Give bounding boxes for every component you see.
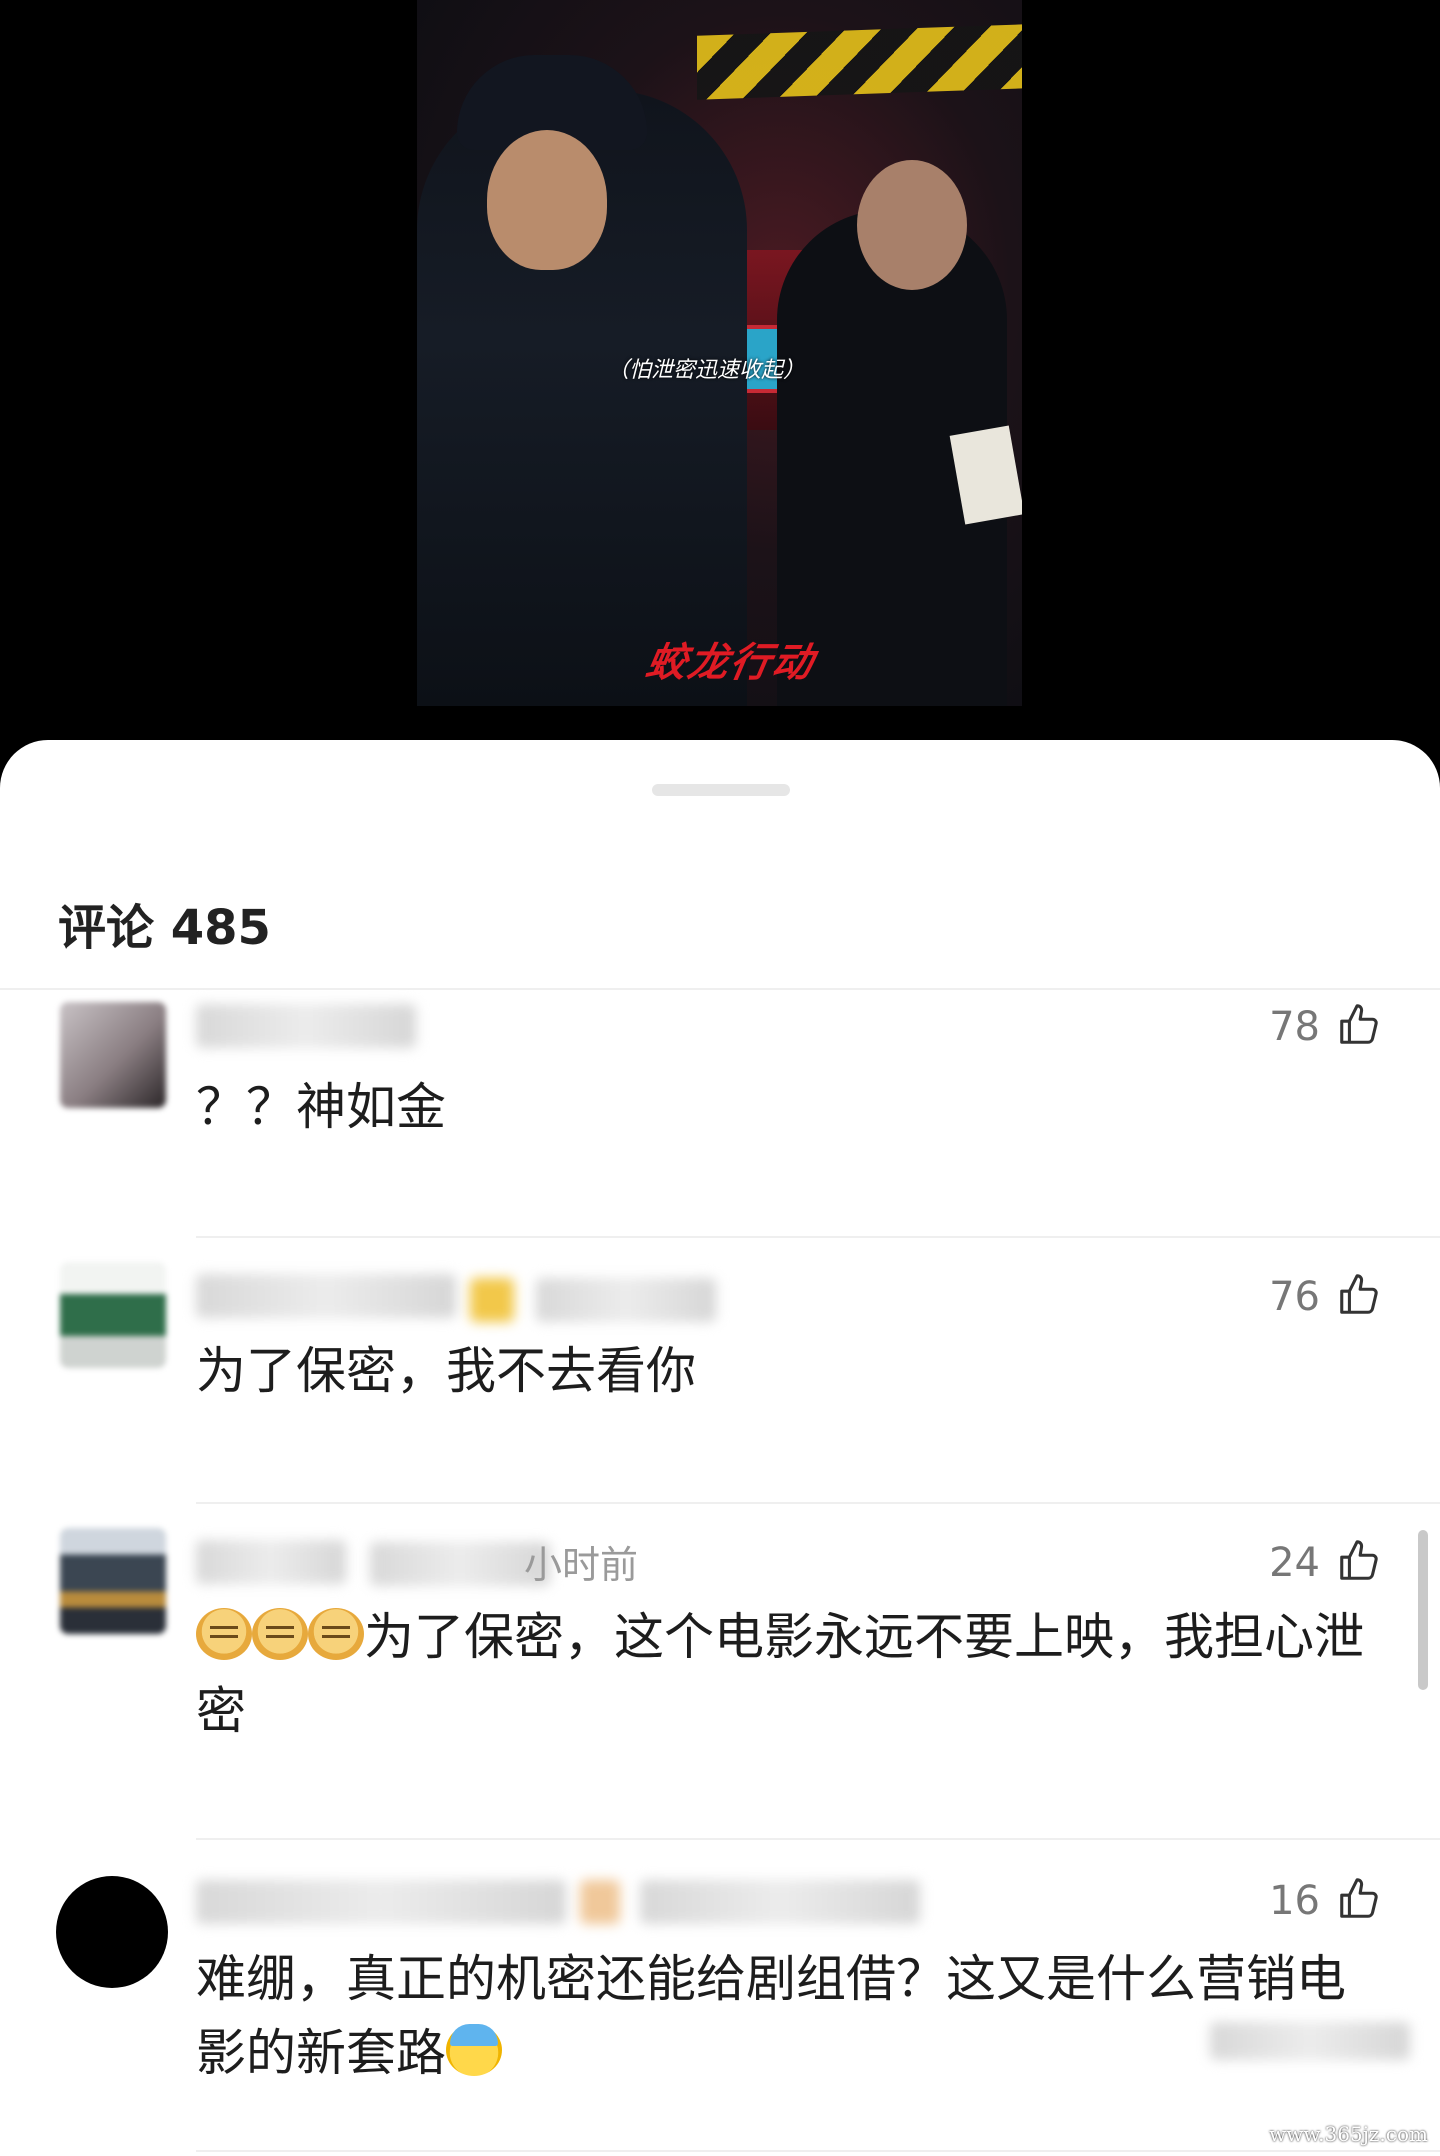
meta-redacted <box>536 1278 716 1322</box>
comment-time: 小时前 <box>524 1543 639 1587</box>
scrollbar[interactable] <box>1418 1530 1428 1690</box>
comment-divider <box>196 1502 1440 1504</box>
film-logo: 蛟龙行动 <box>642 639 819 686</box>
header-divider <box>0 988 1440 990</box>
meta-redacted <box>640 1880 920 1924</box>
thumbs-up-icon[interactable] <box>1336 1272 1382 1318</box>
avatar[interactable] <box>60 1262 166 1368</box>
avatar[interactable] <box>60 1528 166 1634</box>
doge-emoji-icon <box>252 1608 308 1660</box>
username-redacted[interactable] <box>196 1004 416 1048</box>
doge-emoji-icon <box>308 1608 364 1660</box>
doge-emoji-icon <box>196 1608 252 1660</box>
comment-body: 为了保密，这个电影永远不要上映，我担心泄密 <box>196 1600 1376 1748</box>
comment-text: 为了保密，我不去看你 <box>196 1342 696 1400</box>
thumbs-up-icon[interactable] <box>1336 1876 1382 1922</box>
site-watermark: www.365jz.com <box>1269 2122 1428 2146</box>
video-area: （怕泄密迅速收起） 蛟龙行动 <box>0 0 1440 748</box>
avatar[interactable] <box>60 1002 166 1108</box>
avatar[interactable] <box>56 1876 168 1988</box>
video-player[interactable]: （怕泄密迅速收起） 蛟龙行动 <box>417 0 1022 706</box>
comment-text: 难绷，真正的机密还能给剧组借？这又是什么营销电影的新套路 <box>196 1950 1346 2082</box>
comment-divider <box>196 1236 1440 1238</box>
thumbs-up-icon[interactable] <box>1336 1002 1382 1048</box>
like-count: 76 <box>1269 1274 1320 1320</box>
thumbs-up-icon[interactable] <box>1336 1538 1382 1584</box>
video-subtitle: （怕泄密迅速收起） <box>607 358 806 383</box>
comment-sheet: 评论 485 78 ？？神如金 76 为了保密，我不去看你 小时前 24 为了保… <box>0 740 1440 2156</box>
comment-text: ？？神如金 <box>196 1078 446 1136</box>
person-left-face <box>487 130 607 270</box>
like-count: 16 <box>1269 1878 1320 1924</box>
sweat-emoji-icon <box>446 2024 502 2076</box>
comments-title: 评论 485 <box>58 900 271 956</box>
like-count: 24 <box>1269 1540 1320 1586</box>
comment-body: 难绷，真正的机密还能给剧组借？这又是什么营销电影的新套路 <box>196 1942 1376 2090</box>
vip-badge <box>580 1880 620 1924</box>
comment-divider <box>196 2150 1440 2152</box>
drag-handle[interactable] <box>652 784 790 796</box>
comment-text: 为了保密，这个电影永远不要上映，我担心泄密 <box>196 1608 1364 1740</box>
hazard-stripes <box>697 24 1022 100</box>
username-redacted[interactable] <box>196 1880 566 1924</box>
comment-divider <box>196 1838 1440 1840</box>
person-right-face <box>857 160 967 290</box>
username-redacted[interactable] <box>196 1540 346 1584</box>
username-redacted[interactable] <box>196 1274 456 1318</box>
redacted-watermark <box>1210 2022 1410 2060</box>
like-count: 78 <box>1269 1004 1320 1050</box>
vip-badge <box>470 1278 514 1322</box>
meta-redacted <box>370 1542 550 1586</box>
